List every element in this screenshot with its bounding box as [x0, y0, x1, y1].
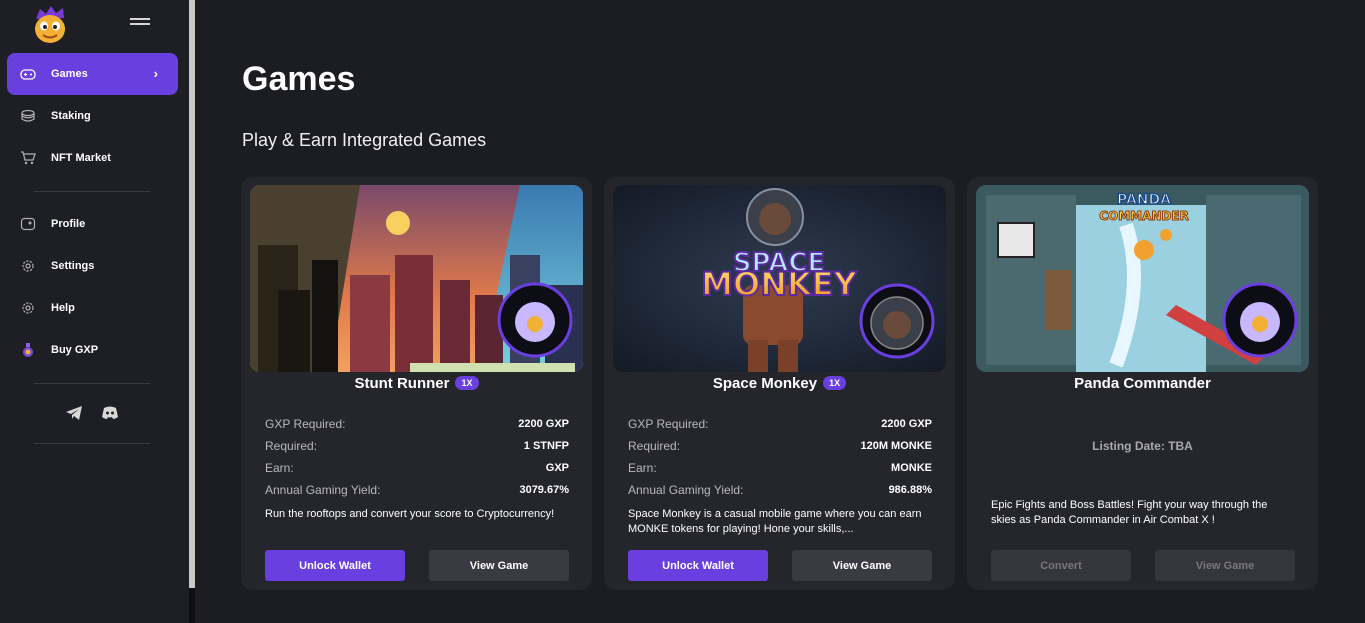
sidebar-item-label: NFT Market	[51, 152, 111, 164]
stat-value: 120M MONKE	[860, 440, 932, 452]
stat-value: MONKE	[891, 462, 932, 474]
game-title-row: Panda Commander	[967, 375, 1318, 392]
sidebar-item-staking[interactable]: Staking	[7, 95, 178, 137]
convert-button[interactable]: Convert	[991, 550, 1131, 581]
view-game-button[interactable]: View Game	[1155, 550, 1295, 581]
stat-row-required: Required: 1 STNFP	[265, 435, 569, 457]
chevron-right-icon: ›	[153, 66, 158, 81]
sidebar-item-buy-gxp[interactable]: Buy GXP	[7, 329, 178, 371]
game-title-row: Stunt Runner 1X	[241, 375, 592, 392]
view-game-button[interactable]: View Game	[429, 550, 569, 581]
stat-label: GXP Required:	[628, 417, 709, 431]
sidebar-divider	[34, 443, 150, 444]
sidebar-item-profile[interactable]: Profile	[7, 203, 178, 245]
multiplier-badge: 1X	[823, 376, 847, 390]
stat-label: Annual Gaming Yield:	[265, 483, 381, 497]
game-banner-panda-commander[interactable]: PANDA COMMANDER	[976, 185, 1309, 372]
stat-row-yield: Annual Gaming Yield: 986.88%	[628, 479, 932, 501]
stat-row-earn: Earn: MONKE	[628, 457, 932, 479]
banner-text: COMMANDER	[1099, 209, 1189, 223]
stat-row-required: Required: 120M MONKE	[628, 435, 932, 457]
stat-label: Required:	[628, 439, 681, 453]
stat-value: GXP	[545, 462, 569, 474]
sidebar-item-help[interactable]: Help	[7, 287, 178, 329]
sidebar: Games › Staking NFT Market Profile Setti…	[0, 0, 189, 623]
stat-label: Earn:	[628, 461, 657, 475]
sidebar-scrollbar[interactable]	[189, 0, 195, 623]
sidebar-item-nft-market[interactable]: NFT Market	[7, 137, 178, 179]
game-banner-space-monkey[interactable]: SPACE MONKEY	[613, 185, 946, 372]
stat-value: 2200 GXP	[881, 418, 932, 430]
stat-label: Required:	[265, 439, 318, 453]
help-icon	[20, 300, 36, 316]
profile-icon	[20, 216, 36, 232]
discord-icon[interactable]	[101, 404, 119, 422]
scrollbar-thumb[interactable]	[189, 0, 195, 588]
banner-text: PANDA	[1117, 192, 1171, 208]
stat-label: Earn:	[265, 461, 294, 475]
sidebar-item-settings[interactable]: Settings	[7, 245, 178, 287]
banner-text: MONKEY	[701, 265, 857, 303]
stat-value: 986.88%	[888, 484, 932, 496]
stat-row-yield: Annual Gaming Yield: 3079.67%	[265, 479, 569, 501]
game-title: Stunt Runner	[354, 375, 450, 392]
gamepad-icon	[20, 66, 36, 82]
view-game-button[interactable]: View Game	[792, 550, 932, 581]
game-description: Run the rooftops and convert your score …	[265, 508, 555, 520]
game-title: Space Monkey	[712, 375, 818, 392]
sidebar-divider	[34, 383, 150, 384]
stat-label: Annual Gaming Yield:	[628, 483, 744, 497]
sidebar-divider	[34, 191, 150, 192]
coins-icon	[20, 108, 36, 124]
sidebar-item-label: Help	[51, 302, 75, 314]
stat-row-earn: Earn: GXP	[265, 457, 569, 479]
page-title: Games	[242, 60, 356, 98]
game-description: Space Monkey is a casual mobile game whe…	[628, 508, 922, 535]
game-card-stunt-runner: Stunt Runner 1X GXP Required: 2200 GXP Req…	[241, 177, 592, 590]
game-description: Epic Fights and Boss Battles! Fight your…	[991, 499, 1268, 526]
game-card-panda-commander: PANDA COMMANDER Panda Commander Listing …	[967, 177, 1318, 590]
sidebar-item-label: Staking	[51, 110, 91, 122]
game-stats: GXP Required: 2200 GXP Required: 1 STNFP E…	[265, 413, 569, 501]
sidebar-item-games[interactable]: Games ›	[7, 53, 178, 95]
sidebar-item-label: Profile	[51, 218, 86, 230]
game-banner-stunt-runner[interactable]	[250, 185, 583, 372]
gamer-logo-icon[interactable]	[30, 5, 72, 45]
stat-value: 3079.67%	[519, 484, 569, 496]
gear-icon	[20, 258, 36, 274]
game-card-space-monkey: SPACE MONKEY Space Monkey 1X GXP Required…	[604, 177, 955, 590]
stat-row-gxp-required: GXP Required: 2200 GXP	[628, 413, 932, 435]
potion-icon	[20, 342, 36, 358]
unlock-wallet-button[interactable]: Unlock Wallet	[628, 550, 768, 581]
sidebar-item-label: Buy GXP	[51, 344, 99, 356]
menu-toggle-button[interactable]	[130, 18, 150, 30]
game-title-row: Space Monkey 1X	[604, 375, 955, 392]
multiplier-badge: 1X	[455, 376, 479, 390]
stat-value: 1 STNFP	[523, 440, 569, 452]
sidebar-item-label: Settings	[51, 260, 95, 272]
game-title: Panda Commander	[1074, 375, 1211, 392]
listing-date: Listing Date: TBA	[1092, 439, 1193, 453]
telegram-icon[interactable]	[65, 404, 83, 422]
stat-row-gxp-required: GXP Required: 2200 GXP	[265, 413, 569, 435]
cart-icon	[20, 150, 36, 166]
stat-value: 2200 GXP	[518, 418, 569, 430]
stat-label: GXP Required:	[265, 417, 346, 431]
page-subtitle: Play & Earn Integrated Games	[242, 130, 487, 150]
sidebar-item-label: Games	[51, 68, 88, 80]
unlock-wallet-button[interactable]: Unlock Wallet	[265, 550, 405, 581]
game-stats: GXP Required: 2200 GXP Required: 120M MONK…	[628, 413, 932, 501]
